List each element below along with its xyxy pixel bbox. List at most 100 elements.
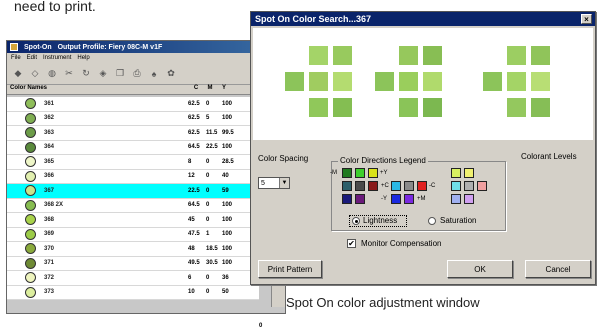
table-row[interactable]: 371 49.5 30.5 100 <box>7 256 259 271</box>
color-variant-swatch[interactable] <box>423 46 442 65</box>
table-row[interactable]: 368 2X 64.5 0 100 <box>7 198 259 213</box>
menu-file[interactable]: File <box>11 55 21 61</box>
cell-c: 12 <box>188 173 195 180</box>
toolbar: ◆ ◇ ◍ ✂ ↻ ◈ ❐ ⎙ ♠ ✿ <box>7 63 285 85</box>
cell-c: 10 <box>188 289 195 296</box>
color-variant-swatch[interactable] <box>309 72 328 91</box>
cell-m: 11.5 <box>206 129 218 136</box>
color-variant-swatch[interactable] <box>375 72 394 91</box>
ok-button[interactable]: OK <box>447 260 513 278</box>
color-variant-swatch[interactable] <box>531 46 550 65</box>
eraser-icon[interactable]: ◆ <box>11 67 25 81</box>
legend-swatch <box>368 168 378 178</box>
legend-swatch <box>355 194 365 204</box>
table-row[interactable]: 362 62.5 5 100 <box>7 111 259 126</box>
saturation-label[interactable]: Saturation <box>440 216 476 225</box>
saturation-radio[interactable] <box>428 217 436 225</box>
color-variant-swatch[interactable] <box>507 46 526 65</box>
color-variant-swatch[interactable] <box>531 72 550 91</box>
monitor-compensation-checkbox[interactable]: ✔ <box>347 239 356 248</box>
color-name: 369 <box>44 231 55 238</box>
lightness-label[interactable]: Lightness <box>363 216 397 225</box>
menu-edit[interactable]: Edit <box>27 55 37 61</box>
list-header: Color Names C M Y <box>7 85 285 95</box>
color-swatch <box>25 112 36 124</box>
chevron-down-icon[interactable]: ▼ <box>279 178 289 188</box>
palette-icon[interactable]: ✿ <box>164 67 178 81</box>
color-name: 373 <box>44 289 55 296</box>
menu-instrument[interactable]: Instrument <box>43 55 71 61</box>
color-variant-swatch[interactable] <box>399 98 418 117</box>
color-variant-swatch[interactable] <box>531 98 550 117</box>
color-swatch <box>25 185 36 197</box>
copy-icon[interactable]: ❐ <box>113 67 127 81</box>
color-spacing-select[interactable]: 5 ▼ <box>258 177 290 189</box>
bucket-icon[interactable]: ♠ <box>147 67 161 81</box>
header-color-names[interactable]: Color Names <box>7 85 189 94</box>
color-variant-swatch[interactable] <box>423 98 442 117</box>
color-swatch <box>25 228 36 240</box>
document-text: need to print. <box>14 0 96 14</box>
legend-swatch <box>464 168 474 178</box>
color-variant-swatch[interactable] <box>285 72 304 91</box>
cell-c: 62.5 <box>188 129 200 136</box>
color-variant-swatch[interactable] <box>309 46 328 65</box>
color-variant-swatch[interactable] <box>483 72 502 91</box>
color-spacing-label: Color Spacing <box>258 154 309 163</box>
header-m[interactable]: M <box>203 85 217 94</box>
color-variant-swatch[interactable] <box>507 72 526 91</box>
color-variant-swatch[interactable] <box>507 98 526 117</box>
table-row[interactable]: 372 6 0 36 <box>7 271 259 286</box>
color-name: 371 <box>44 260 55 267</box>
table-row[interactable]: 366 12 0 40 <box>7 169 259 184</box>
color-variant-swatch[interactable] <box>399 46 418 65</box>
header-c[interactable]: C <box>189 85 203 94</box>
rotate-icon[interactable]: ↻ <box>79 67 93 81</box>
color-variant-swatch[interactable] <box>309 98 328 117</box>
printer-icon[interactable]: ⎙ <box>130 67 144 81</box>
cell-m: 0 <box>206 100 210 107</box>
eraser3-icon[interactable]: ◈ <box>96 67 110 81</box>
scissors-icon[interactable]: ✂ <box>62 67 76 81</box>
table-row[interactable]: 365 8 0 28.5 <box>7 155 259 170</box>
color-variant-swatch[interactable] <box>423 72 442 91</box>
color-variant-swatch[interactable] <box>333 98 352 117</box>
cell-m: 30.5 <box>206 260 218 267</box>
header-y[interactable]: Y <box>217 85 231 94</box>
table-row[interactable]: 370 48 18.5 100 <box>7 242 259 257</box>
table-row[interactable]: 363 62.5 11.5 99.5 <box>7 126 259 141</box>
table-row[interactable]: 368 45 0 100 <box>7 213 259 228</box>
paint-icon[interactable]: ◍ <box>45 67 59 81</box>
spot-on-titlebar: Spot-On Output Profile: Fiery 08C-M v1F <box>7 41 285 53</box>
legend-label-minus-y: -Y <box>381 196 387 202</box>
table-row[interactable]: 369 47.5 1 100 <box>7 227 259 242</box>
color-variant-swatch[interactable] <box>333 46 352 65</box>
color-name: 372 <box>44 274 55 281</box>
eraser2-icon[interactable]: ◇ <box>28 67 42 81</box>
monitor-compensation-label[interactable]: Monitor Compensation <box>361 239 441 248</box>
table-row[interactable]: 361 62.5 0 100 <box>7 97 259 112</box>
print-pattern-button[interactable]: Print Pattern <box>258 260 322 278</box>
cancel-button[interactable]: Cancel <box>525 260 591 278</box>
close-icon[interactable]: × <box>581 14 592 24</box>
color-variant-swatch[interactable] <box>333 72 352 91</box>
color-variant-swatch[interactable] <box>399 72 418 91</box>
color-name: 368 <box>44 216 55 223</box>
color-name: 364 <box>44 144 55 151</box>
table-row[interactable]: 373 10 0 50 <box>7 285 259 300</box>
legend-swatch <box>464 194 474 204</box>
cell-c: 64.5 <box>188 202 200 209</box>
lightness-radio[interactable] <box>352 217 360 225</box>
cell-m: 0 <box>206 187 210 194</box>
table-row[interactable]: 364 64.5 22.5 100 <box>7 140 259 155</box>
app-icon <box>10 43 18 51</box>
cell-y: 50 <box>222 289 229 296</box>
color-spacing-value: 5 <box>261 179 265 187</box>
color-name: 363 <box>44 129 55 136</box>
table-row[interactable]: 367 22.5 0 59 <box>7 184 259 199</box>
cell-y: 100 <box>222 202 233 209</box>
color-search-dialog: Spot On Color Search...367 × Color Spaci… <box>250 11 596 285</box>
color-name: 368 2X <box>44 202 64 209</box>
menu-help[interactable]: Help <box>77 55 89 61</box>
cell-m: 22.5 <box>206 144 218 151</box>
